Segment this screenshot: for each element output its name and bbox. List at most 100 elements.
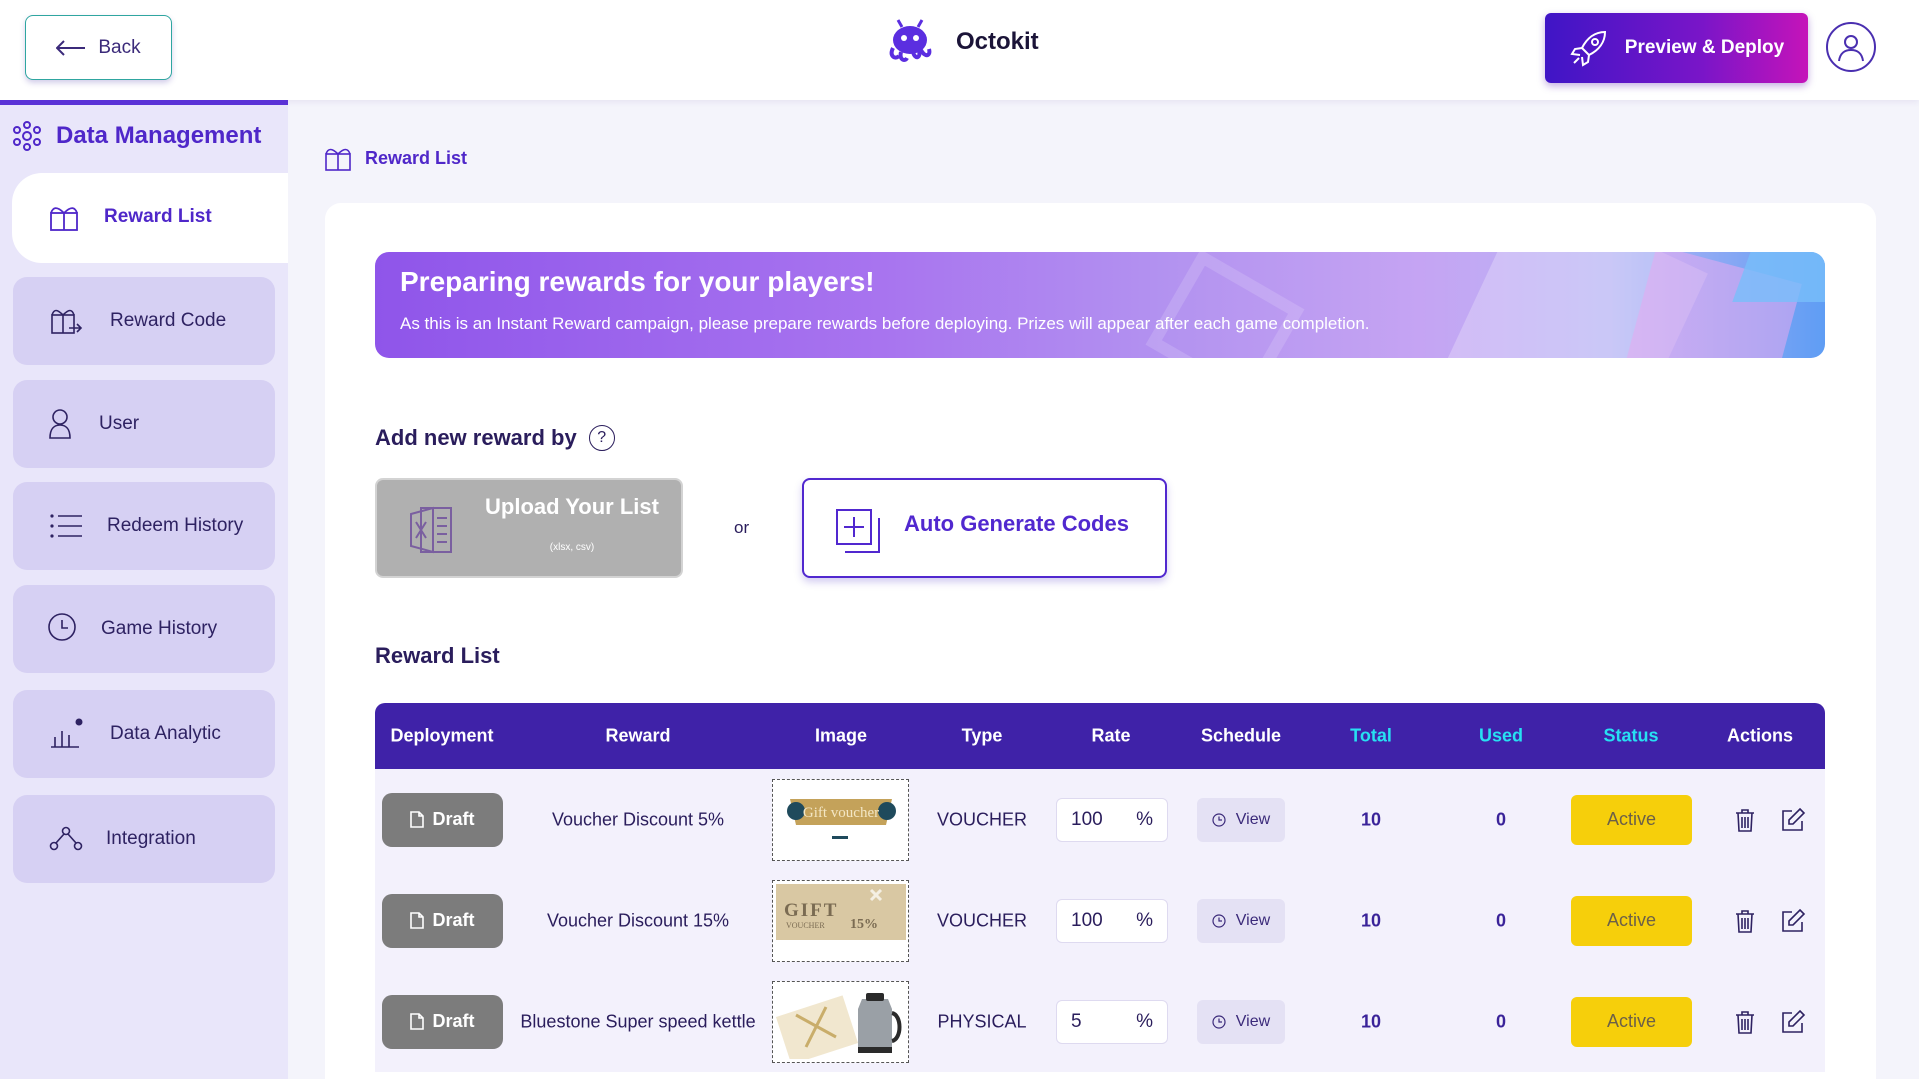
status-active-button[interactable]: Active — [1571, 794, 1692, 845]
column-header: Status — [1603, 725, 1659, 746]
gift-icon — [325, 148, 351, 171]
reward-type: VOUCHER — [936, 809, 1028, 829]
sidebar-title: Data Management — [12, 121, 261, 151]
sidebar-item-data-analytic[interactable]: Data Analytic — [13, 690, 275, 778]
edit-icon[interactable] — [1780, 807, 1806, 833]
sidebar-item-label: Redeem History — [107, 515, 244, 536]
breadcrumb: Reward List — [323, 143, 467, 173]
draft-button[interactable]: Draft — [382, 893, 503, 948]
table-row: Draft Voucher Discount 15% GIFT VOUCHER … — [375, 870, 1825, 971]
upload-list-button[interactable]: Upload Your List (xlsx, csv) — [375, 478, 683, 578]
file-icon — [410, 811, 425, 828]
clock-icon — [1212, 913, 1226, 928]
sidebar-item-label: User — [99, 413, 140, 434]
trash-icon[interactable] — [1732, 807, 1758, 833]
column-header: Used — [1478, 725, 1524, 746]
banner-title: Preparing rewards for your players! — [400, 266, 875, 297]
top-header: Back Octokit Preview & Deploy — [0, 0, 1919, 100]
add-reward-label: Add new reward by — [375, 425, 577, 450]
gift-voucher-image: Gift voucher — [775, 782, 906, 857]
rate-input[interactable]: 100 % — [1056, 797, 1168, 842]
draft-button[interactable]: Draft — [382, 994, 503, 1049]
brand: Octokit — [884, 18, 1039, 66]
rate-unit: % — [1136, 808, 1153, 830]
sidebar-item-label: Integration — [106, 828, 196, 849]
sidebar-item-label: Data Analytic — [110, 723, 221, 744]
or-separator: or — [734, 518, 750, 537]
reward-image[interactable]: Gift voucher — [772, 778, 909, 861]
view-label: View — [1235, 810, 1271, 828]
banner-decoration — [1145, 252, 1305, 358]
reward-name: Voucher Discount 5% — [551, 809, 725, 829]
clock-icon — [48, 613, 76, 641]
brand-name: Octokit — [956, 28, 1039, 55]
breadcrumb-label: Reward List — [365, 147, 468, 168]
trash-icon[interactable] — [1732, 1009, 1758, 1035]
voucher-percent: 15% — [850, 917, 878, 932]
sidebar-item-user[interactable]: User — [13, 380, 275, 468]
draft-button[interactable]: Draft — [382, 792, 503, 847]
preview-deploy-button[interactable]: Preview & Deploy — [1545, 13, 1808, 83]
nodes-icon — [49, 826, 83, 851]
sidebar-item-integration[interactable]: Integration — [13, 795, 275, 883]
sidebar-item-reward-code[interactable]: Reward Code — [13, 277, 275, 365]
file-icon — [410, 912, 425, 929]
arrow-left-icon — [56, 39, 86, 56]
status-active-button[interactable]: Active — [1571, 996, 1692, 1047]
upload-subtitle: (xlsx, csv) — [549, 542, 595, 553]
total-value: 10 — [1360, 809, 1382, 829]
add-reward-title: Add new reward by ? — [375, 425, 615, 451]
voucher-text: GIFT — [784, 900, 838, 921]
reward-name: Bluestone Super speed kettle — [520, 1011, 756, 1031]
status-active-button[interactable]: Active — [1571, 895, 1692, 946]
sidebar-item-label: Game History — [101, 618, 218, 639]
user-avatar[interactable] — [1826, 22, 1876, 72]
edit-icon[interactable] — [1780, 908, 1806, 934]
schedule-view-button[interactable]: View — [1197, 999, 1285, 1044]
add-square-icon — [836, 509, 880, 553]
column-header: Rate — [1091, 725, 1131, 746]
help-icon[interactable]: ? — [588, 425, 615, 451]
sidebar: Data Management Reward List Reward Code … — [0, 100, 288, 1079]
back-button[interactable]: Back — [25, 15, 172, 80]
auto-generate-codes-button[interactable]: Auto Generate Codes — [802, 478, 1167, 578]
octopus-logo-icon — [889, 19, 932, 62]
sidebar-item-reward-list[interactable]: Reward List — [13, 173, 275, 261]
sidebar-item-redeem-history[interactable]: Redeem History — [13, 482, 275, 570]
gift-code-icon — [51, 309, 83, 334]
reward-list-title: Reward List — [375, 643, 500, 668]
voucher-subtext: VOUCHER — [786, 921, 825, 930]
sidebar-item-game-history[interactable]: Game History — [13, 585, 275, 673]
file-icon — [410, 1013, 425, 1030]
rate-input[interactable]: 100 % — [1056, 898, 1168, 943]
chart-icon — [51, 718, 83, 748]
user-icon — [1838, 35, 1864, 62]
used-value: 0 — [1495, 1011, 1507, 1031]
view-label: View — [1235, 1012, 1271, 1030]
main-card: Preparing rewards for your players! As t… — [325, 203, 1876, 1079]
draft-label: Draft — [432, 910, 475, 930]
schedule-view-button[interactable]: View — [1197, 898, 1285, 943]
rate-unit: % — [1136, 1010, 1153, 1032]
clock-icon — [1212, 812, 1226, 827]
draft-label: Draft — [432, 1011, 475, 1031]
banner-subtitle: As this is an Instant Reward campaign, p… — [400, 314, 1370, 333]
kettle-gift-image — [775, 984, 906, 1059]
clock-icon — [1212, 1014, 1226, 1029]
rate-value: 5 — [1071, 1010, 1082, 1032]
edit-icon[interactable] — [1780, 1009, 1806, 1035]
reward-image[interactable] — [772, 980, 909, 1063]
trash-icon[interactable] — [1732, 908, 1758, 934]
reward-type: PHYSICAL — [937, 1011, 1027, 1031]
rate-input[interactable]: 5 % — [1056, 999, 1168, 1044]
schedule-view-button[interactable]: View — [1197, 797, 1285, 842]
table-row: Draft Bluestone Super speed kettle PHYSI… — [375, 971, 1825, 1072]
gift-icon — [50, 207, 78, 231]
rate-unit: % — [1136, 909, 1153, 931]
used-value: 0 — [1495, 809, 1507, 829]
column-header: Deployment — [390, 725, 494, 746]
reward-image[interactable]: GIFT VOUCHER 15% — [772, 879, 909, 962]
deploy-label: Preview & Deploy — [1624, 37, 1785, 58]
draft-label: Draft — [432, 809, 475, 829]
column-header: Type — [961, 725, 1003, 746]
